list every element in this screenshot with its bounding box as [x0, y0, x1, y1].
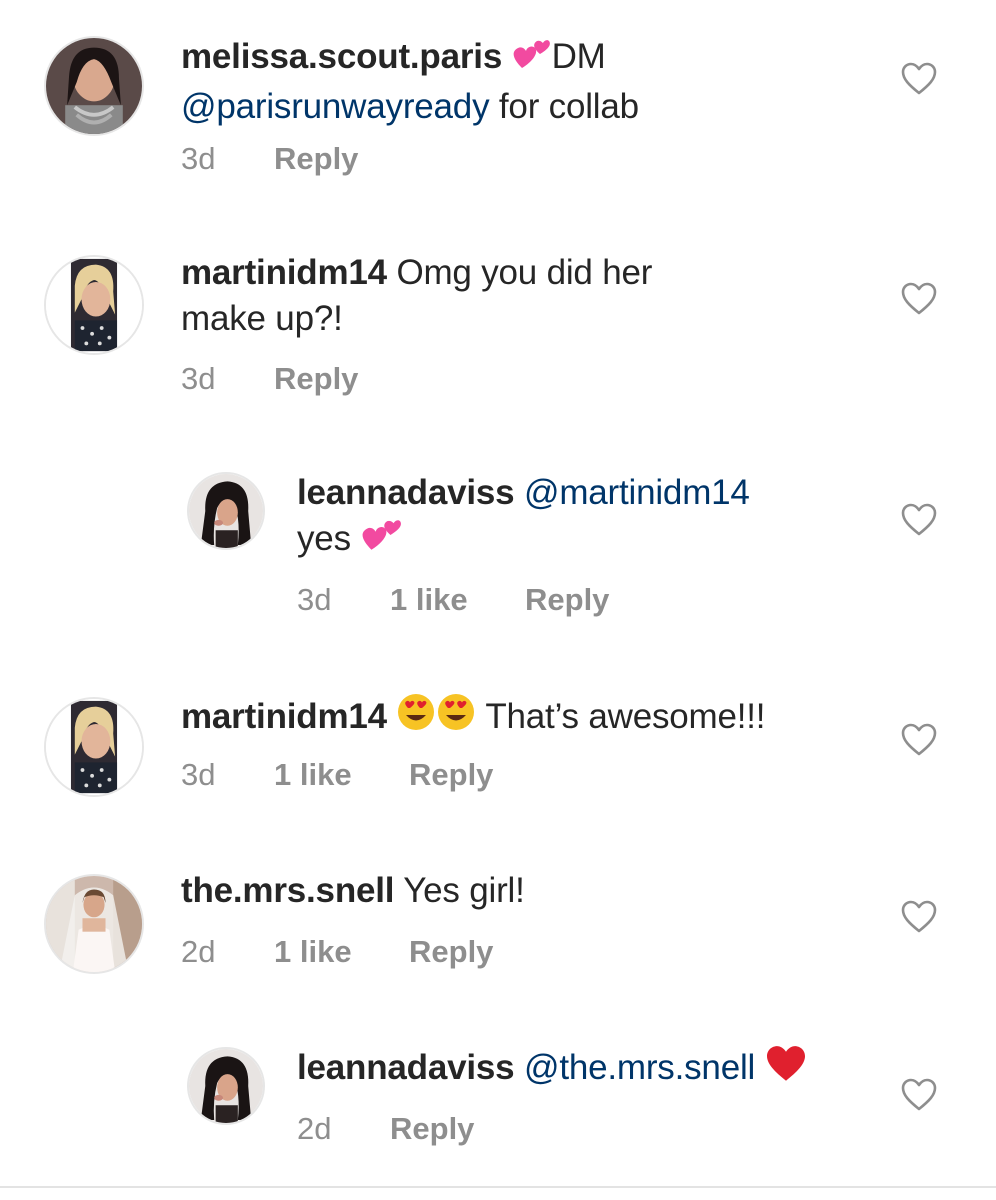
comment-text: the.mrs.snell Yes girl!: [181, 868, 741, 914]
comment-text-end: for collab: [489, 87, 639, 126]
reply-button[interactable]: Reply: [525, 580, 609, 620]
avatar[interactable]: [44, 255, 144, 355]
comment-username[interactable]: the.mrs.snell: [181, 871, 395, 910]
reply-button[interactable]: Reply: [409, 932, 493, 972]
like-count[interactable]: 1 like: [274, 932, 409, 972]
two-hearts-icon: [360, 518, 404, 566]
comment-time: 3d: [181, 141, 216, 176]
comment-body: That’s awesome!!!: [476, 697, 766, 736]
comment-meta: 2d Reply: [297, 1109, 474, 1149]
comment-body: yes: [297, 519, 361, 558]
comment-time: 3d: [181, 757, 216, 792]
avatar[interactable]: [44, 36, 144, 136]
like-heart-icon[interactable]: [901, 282, 937, 316]
like-heart-icon[interactable]: [901, 62, 937, 96]
avatar[interactable]: [187, 1047, 265, 1125]
comment-text: leannadaviss @the.mrs.snell: [297, 1045, 877, 1095]
like-heart-icon[interactable]: [901, 1078, 937, 1112]
comment-body: Yes girl!: [394, 871, 525, 910]
reply-button[interactable]: Reply: [409, 755, 493, 795]
comment-time: 3d: [297, 582, 332, 617]
like-count[interactable]: 1 like: [274, 755, 409, 795]
comment-meta: 3d 1 like Reply: [181, 755, 493, 795]
comment-mention[interactable]: @parisrunwayready: [181, 87, 490, 126]
heart-eyes-face-icon: [396, 692, 436, 744]
comment-time: 2d: [297, 1111, 332, 1146]
comment-username[interactable]: martinidm14: [181, 697, 387, 736]
comment-username[interactable]: leannadaviss: [297, 1048, 515, 1087]
comment-text: leannadaviss @martinidm14 yes: [297, 470, 857, 566]
comment-mention[interactable]: @the.mrs.snell: [524, 1048, 755, 1087]
comment-meta: 3d Reply: [181, 139, 358, 179]
comment-username[interactable]: leannadaviss: [297, 473, 515, 512]
like-heart-icon[interactable]: [901, 900, 937, 934]
reply-button[interactable]: Reply: [390, 1109, 474, 1149]
avatar[interactable]: [44, 697, 144, 797]
avatar[interactable]: [187, 472, 265, 550]
red-heart-icon: [765, 1045, 807, 1095]
reply-button[interactable]: Reply: [274, 359, 358, 399]
comment-meta: 3d 1 like Reply: [297, 580, 609, 620]
comment-time: 3d: [181, 361, 216, 396]
comment-text-dm: DM: [551, 37, 606, 76]
divider: [0, 1186, 996, 1188]
like-count[interactable]: 1 like: [390, 580, 525, 620]
comment-mention[interactable]: @martinidm14: [524, 473, 750, 512]
comment-text: melissa.scout.paris DM @parisrunwayready…: [181, 34, 871, 130]
comment-meta: 3d Reply: [181, 359, 358, 399]
comment-time: 2d: [181, 934, 216, 969]
comment-username[interactable]: martinidm14: [181, 253, 387, 292]
heart-eyes-face-icon: [436, 692, 476, 744]
comment-text: martinidm14 Omg you did her make up?!: [181, 250, 741, 342]
two-hearts-icon: [512, 38, 552, 84]
avatar[interactable]: [44, 874, 144, 974]
comment-text: martinidm14 That’s awesome!!!: [181, 692, 881, 744]
comment-meta: 2d 1 like Reply: [181, 932, 493, 972]
comment-username[interactable]: melissa.scout.paris: [181, 37, 502, 76]
like-heart-icon[interactable]: [901, 503, 937, 537]
reply-button[interactable]: Reply: [274, 139, 358, 179]
like-heart-icon[interactable]: [901, 723, 937, 757]
